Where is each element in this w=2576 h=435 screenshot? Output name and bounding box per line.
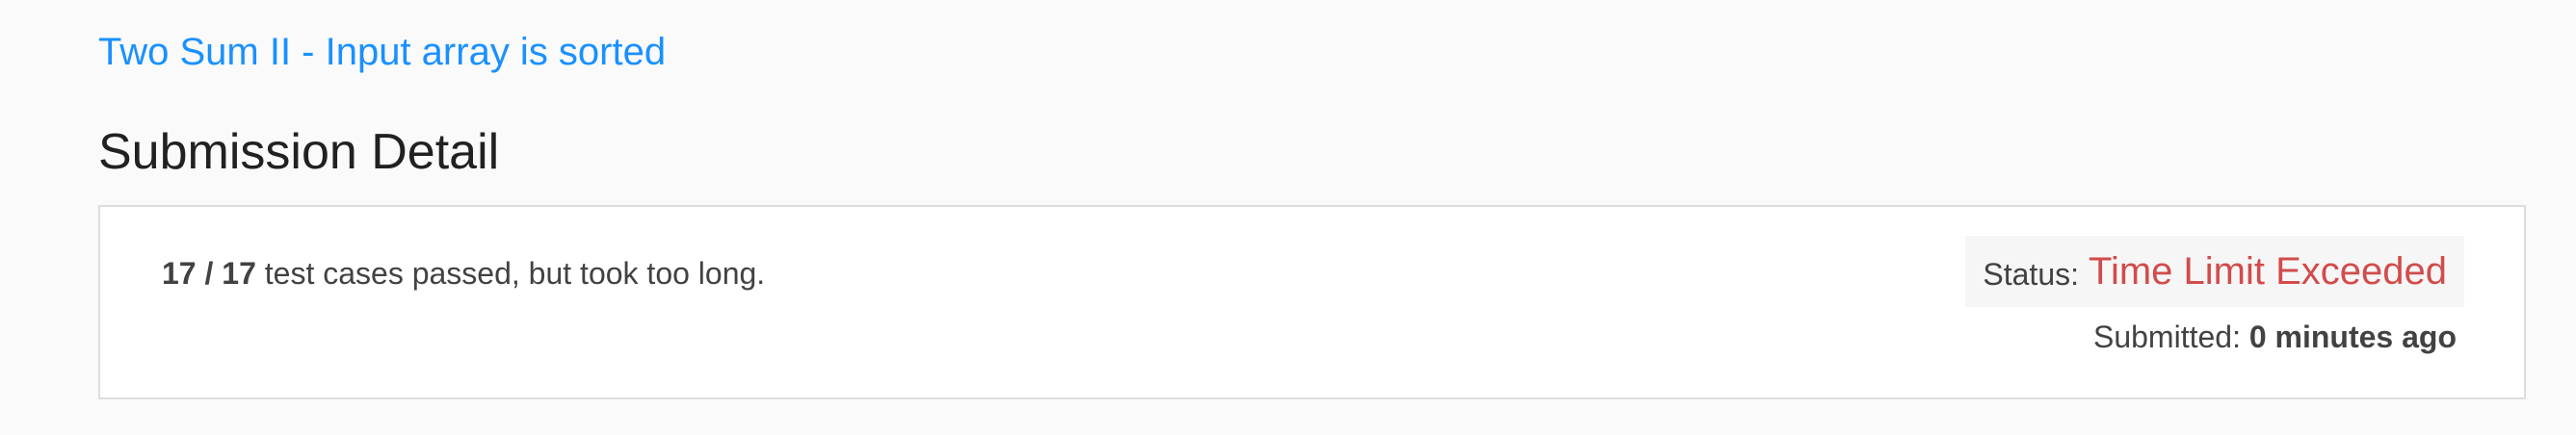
result-text: test cases passed, but took too long. [255, 256, 766, 291]
problem-title-link[interactable]: Two Sum II - Input array is sorted [98, 25, 666, 79]
submitted-label: Submitted: [2092, 320, 2241, 354]
status-label: Status: [1983, 256, 2079, 292]
submitted-info: Submitted: 0 minutes ago [2093, 315, 2457, 359]
page-title: Submission Detail [98, 124, 500, 180]
submitted-time: 0 minutes ago [2248, 320, 2457, 354]
status-badge: Status: Time Limit Exceeded [1965, 236, 2464, 307]
test-result-summary: 17 / 17 test cases passed, but took too … [162, 251, 765, 295]
status-value: Time Limit Exceeded [2089, 249, 2447, 293]
passed-count: 17 / 17 [162, 256, 256, 291]
submission-detail-panel: 17 / 17 test cases passed, but took too … [98, 205, 2526, 399]
